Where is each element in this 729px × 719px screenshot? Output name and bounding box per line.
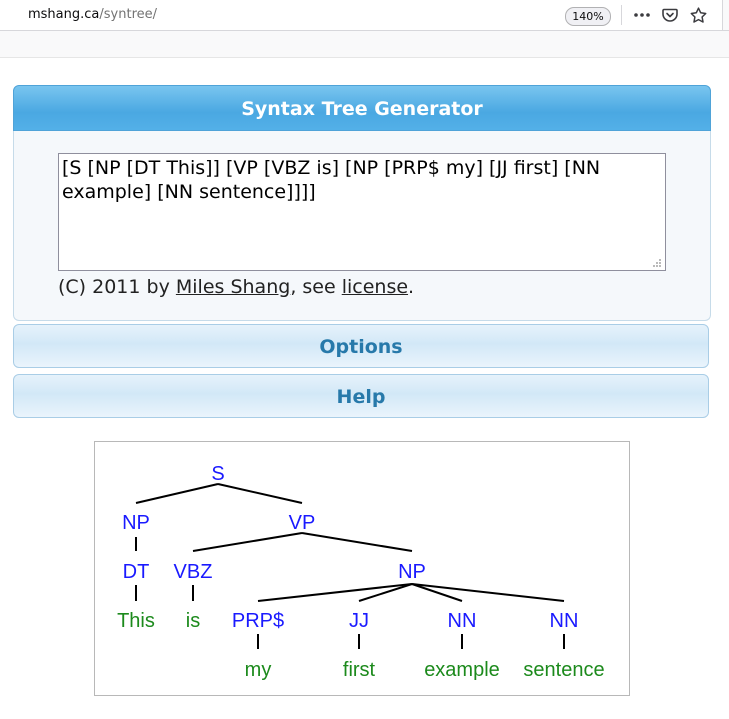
options-section-header[interactable]: Options: [13, 324, 709, 368]
zoom-level-badge[interactable]: 140%: [565, 7, 611, 26]
address-bar[interactable]: mshang.ca/syntree/ 140%: [0, 0, 729, 31]
url-host: mshang.ca: [28, 7, 100, 22]
leaf-is: is: [186, 610, 200, 632]
page-top-strip: [0, 31, 729, 58]
leaf-this: This: [117, 610, 155, 632]
help-section-header[interactable]: Help: [13, 374, 709, 418]
edge-np-prp: [257, 583, 413, 602]
bookmark-star-icon[interactable]: [688, 5, 708, 25]
resize-grip-icon[interactable]: [652, 258, 662, 268]
leaf-sentence: sentence: [523, 659, 604, 681]
edge-s-vp: [217, 483, 303, 504]
node-dt: DT: [123, 561, 150, 583]
leaf-my: my: [245, 659, 272, 681]
node-s: S: [211, 463, 224, 485]
edge-vp-vbz: [192, 532, 303, 552]
bracket-notation-input[interactable]: [S [NP [DT This]] [VP [VBZ is] [NP [PRP$…: [58, 153, 666, 271]
node-vbz: VBZ: [174, 561, 213, 583]
options-label: Options: [319, 336, 403, 358]
leaf-first: first: [343, 659, 376, 681]
author-link[interactable]: Miles Shang: [176, 276, 290, 298]
copyright-notice: (C) 2011 by Miles Shang, see license.: [58, 276, 414, 298]
node-np-object: NP: [398, 561, 426, 583]
edge-vp-np: [301, 532, 413, 552]
help-label: Help: [336, 386, 386, 408]
url-path: /syntree/: [99, 7, 158, 22]
pocket-icon[interactable]: [660, 5, 680, 25]
more-icon[interactable]: [632, 5, 652, 25]
node-prp: PRP$: [232, 610, 284, 632]
node-vp: VP: [289, 512, 316, 534]
node-nn-example: NN: [448, 610, 477, 632]
node-jj: JJ: [349, 610, 369, 632]
license-link[interactable]: license: [342, 276, 408, 298]
copyright-mid: , see: [290, 276, 342, 298]
toolbar-divider: [621, 5, 622, 25]
copyright-suffix: .: [408, 276, 415, 298]
node-np-subject: NP: [122, 512, 150, 534]
node-nn-sentence: NN: [550, 610, 579, 632]
url-text[interactable]: mshang.ca/syntree/: [28, 7, 157, 22]
leaf-example: example: [424, 659, 500, 681]
copyright-prefix: (C) 2011 by: [58, 276, 176, 298]
edge-s-np: [135, 483, 219, 504]
window-edge: [722, 0, 729, 30]
syntax-tree-image: S NP VP DT VBZ NP PRP$ JJ NN NN This is …: [117, 463, 604, 681]
generator-panel-header[interactable]: Syntax Tree Generator: [13, 85, 711, 131]
app-title: Syntax Tree Generator: [241, 98, 483, 120]
